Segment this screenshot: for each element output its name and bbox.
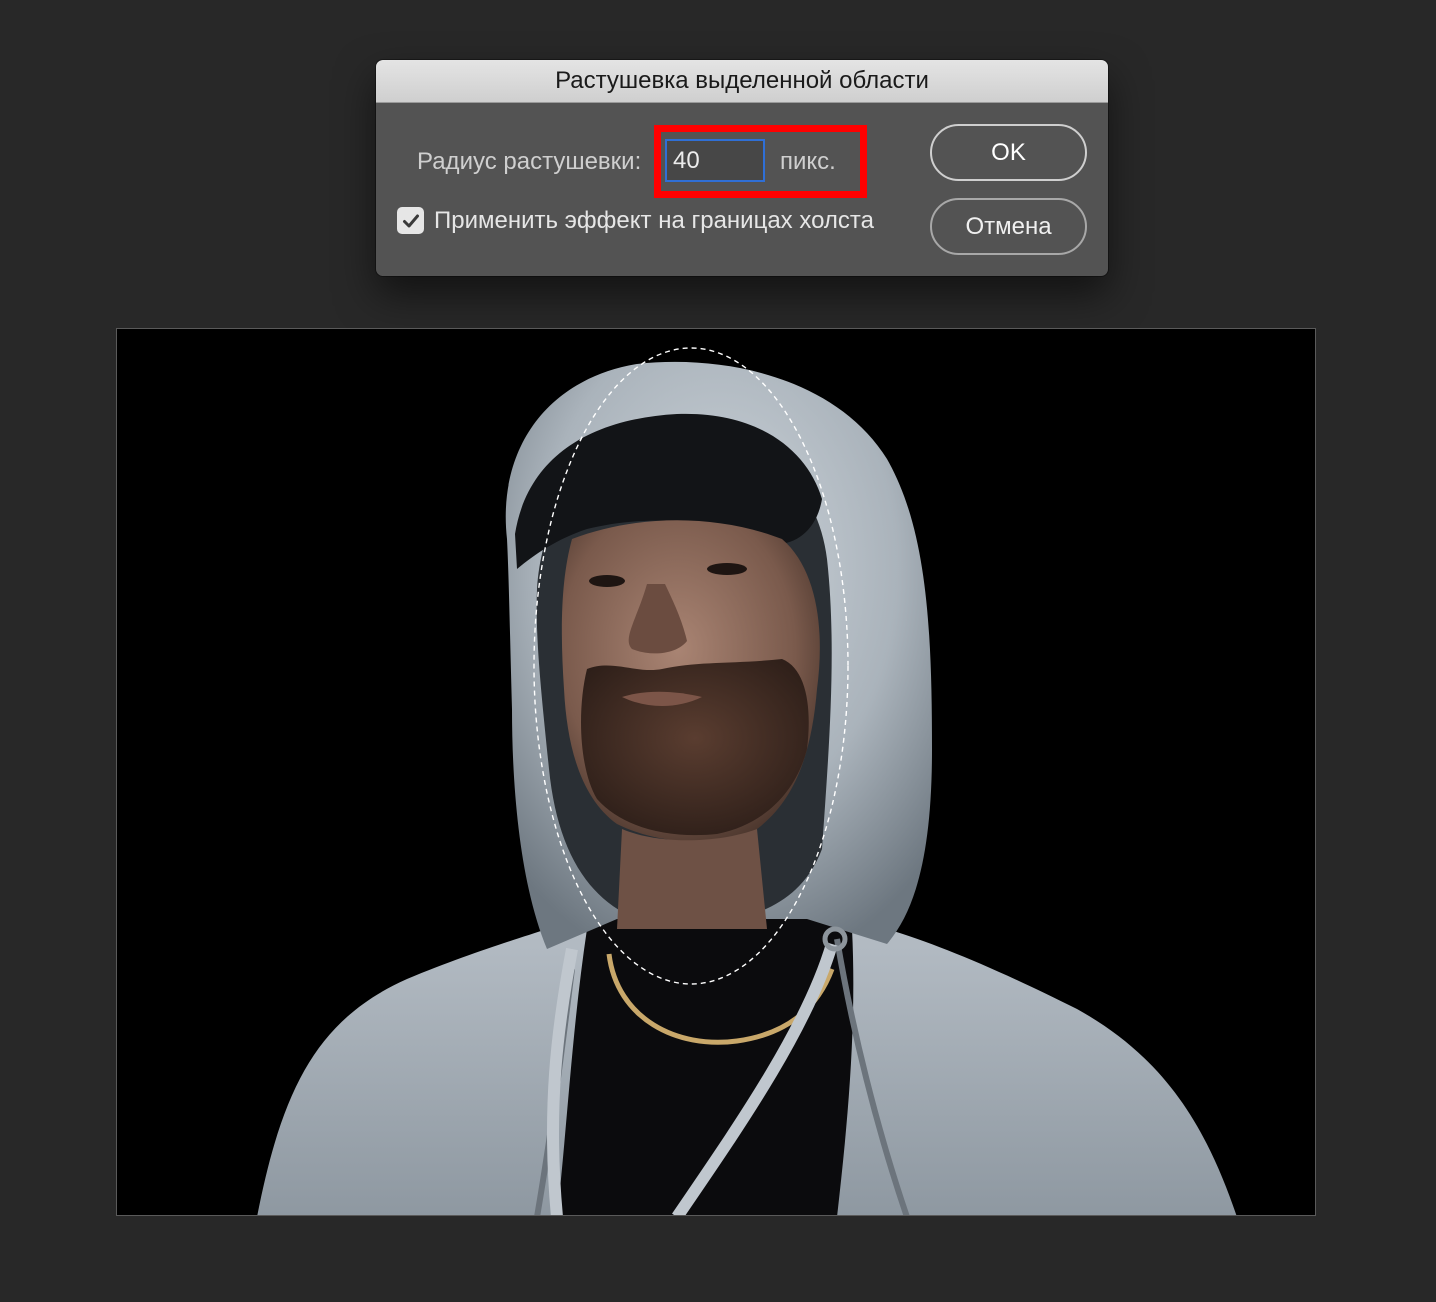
portrait-image [257, 347, 1237, 1215]
apply-canvas-bounds-checkbox[interactable] [397, 207, 424, 234]
ok-button[interactable]: OK [930, 124, 1087, 181]
apply-canvas-bounds-label[interactable]: Применить эффект на границах холста [434, 207, 874, 235]
cancel-button[interactable]: Отмена [930, 198, 1087, 255]
checkmark-icon [402, 214, 419, 227]
feather-radius-input[interactable] [665, 139, 765, 182]
unit-label: пикс. [780, 148, 836, 175]
dialog-title[interactable]: Растушевка выделенной области [376, 60, 1108, 103]
feather-radius-label: Радиус растушевки: [417, 148, 642, 175]
feather-selection-dialog: Растушевка выделенной области Радиус рас… [376, 60, 1108, 276]
document-canvas[interactable] [116, 328, 1316, 1216]
